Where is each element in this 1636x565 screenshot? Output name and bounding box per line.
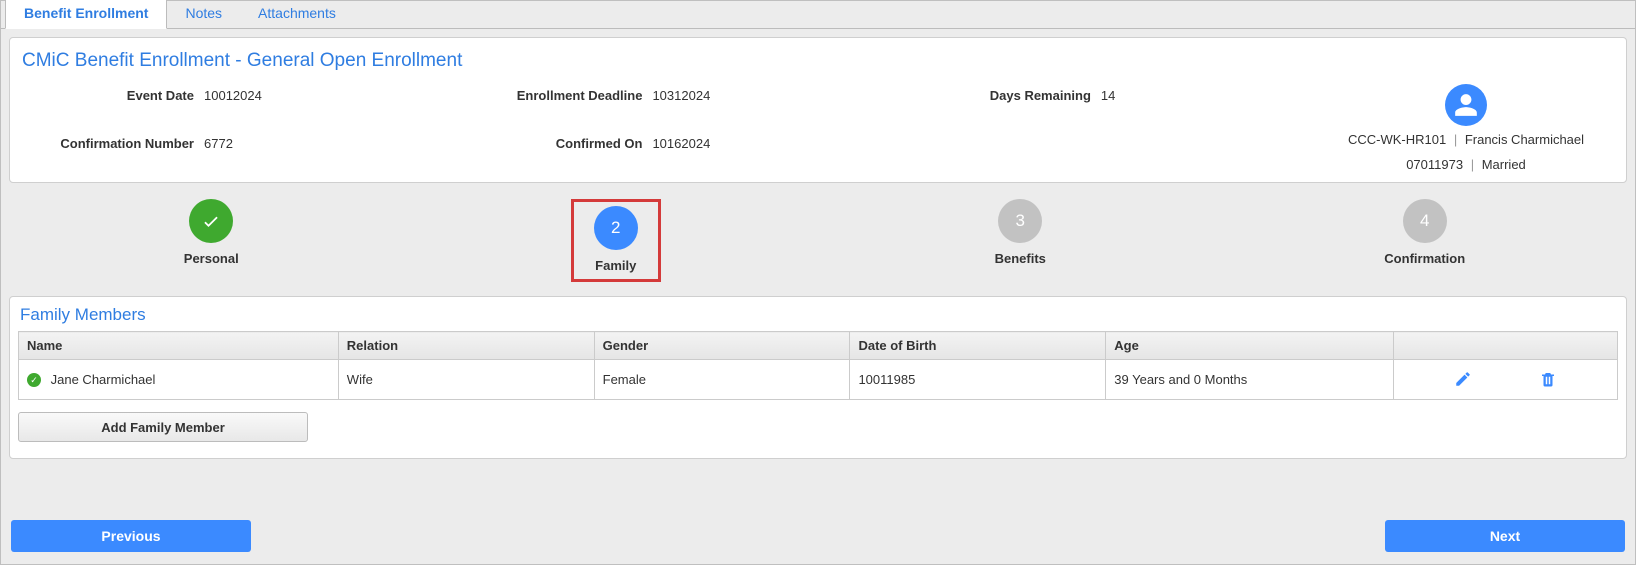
label-event-date: Event Date <box>24 88 194 118</box>
value-confirmation-number: 6772 <box>204 136 462 166</box>
step-family[interactable]: 2 Family <box>414 199 819 290</box>
step-benefits-number: 3 <box>998 199 1042 243</box>
value-event-date: 10012024 <box>204 88 462 118</box>
col-actions <box>1394 332 1618 360</box>
step-personal[interactable]: Personal <box>9 199 414 274</box>
avatar-icon <box>1445 84 1487 126</box>
status-ok-icon: ✓ <box>27 373 41 387</box>
employee-code: CCC-WK-HR101 <box>1348 132 1446 147</box>
cell-name: Jane Charmichael <box>51 372 156 387</box>
tab-notes[interactable]: Notes <box>167 0 240 28</box>
step-family-number: 2 <box>594 206 638 250</box>
label-days-remaining: Days Remaining <box>921 88 1091 118</box>
value-days-remaining: 14 <box>1101 88 1316 118</box>
cell-relation: Wife <box>338 360 594 400</box>
check-icon <box>201 211 221 231</box>
tab-bar: Benefit Enrollment Notes Attachments <box>1 1 1635 29</box>
col-relation[interactable]: Relation <box>338 332 594 360</box>
step-family-label: Family <box>594 258 638 273</box>
edit-icon[interactable] <box>1452 368 1474 390</box>
delete-icon[interactable] <box>1537 368 1559 390</box>
cell-age: 39 Years and 0 Months <box>1106 360 1394 400</box>
employee-block: CCC-WK-HR101 | Francis Charmichael 07011… <box>1316 84 1616 172</box>
tab-benefit-enrollment[interactable]: Benefit Enrollment <box>5 0 167 29</box>
step-benefits-label: Benefits <box>818 251 1223 266</box>
employee-dob: 07011973 <box>1406 157 1463 172</box>
step-benefits[interactable]: 3 Benefits <box>818 199 1223 274</box>
label-confirmed-on: Confirmed On <box>472 136 642 166</box>
step-personal-label: Personal <box>9 251 414 266</box>
col-age[interactable]: Age <box>1106 332 1394 360</box>
tab-attachments[interactable]: Attachments <box>240 0 354 28</box>
next-button[interactable]: Next <box>1385 520 1625 552</box>
family-members-section: Family Members Name Relation Gender Date… <box>9 296 1627 459</box>
cell-gender: Female <box>594 360 850 400</box>
step-family-highlight: 2 Family <box>571 199 661 282</box>
cell-dob: 10011985 <box>850 360 1106 400</box>
page-title: CMiC Benefit Enrollment - General Open E… <box>22 50 1616 72</box>
family-members-table: Name Relation Gender Date of Birth Age ✓… <box>18 331 1618 400</box>
employee-name: Francis Charmichael <box>1465 132 1584 147</box>
family-members-title: Family Members <box>20 305 1618 325</box>
enrollment-info-grid: Event Date 10012024 Enrollment Deadline … <box>20 84 1316 172</box>
step-confirmation[interactable]: 4 Confirmation <box>1223 199 1628 274</box>
value-confirmed-on: 10162024 <box>652 136 910 166</box>
wizard-stepper: Personal 2 Family 3 Benefits 4 Confirmat… <box>9 193 1627 290</box>
value-enrollment-deadline: 10312024 <box>652 88 910 118</box>
employee-marital-status: Married <box>1482 157 1526 172</box>
step-confirmation-label: Confirmation <box>1223 251 1628 266</box>
add-family-member-button[interactable]: Add Family Member <box>18 412 308 442</box>
enrollment-header-panel: CMiC Benefit Enrollment - General Open E… <box>9 37 1627 183</box>
benefit-enrollment-screen: Benefit Enrollment Notes Attachments CMi… <box>0 0 1636 565</box>
label-confirmation-number: Confirmation Number <box>24 136 194 166</box>
step-confirmation-number: 4 <box>1403 199 1447 243</box>
label-enrollment-deadline: Enrollment Deadline <box>472 88 642 118</box>
table-header-row: Name Relation Gender Date of Birth Age <box>19 332 1618 360</box>
wizard-footer: Previous Next <box>11 520 1625 552</box>
col-gender[interactable]: Gender <box>594 332 850 360</box>
table-row: ✓ Jane Charmichael Wife Female 10011985 … <box>19 360 1618 400</box>
previous-button[interactable]: Previous <box>11 520 251 552</box>
col-dob[interactable]: Date of Birth <box>850 332 1106 360</box>
col-name[interactable]: Name <box>19 332 339 360</box>
